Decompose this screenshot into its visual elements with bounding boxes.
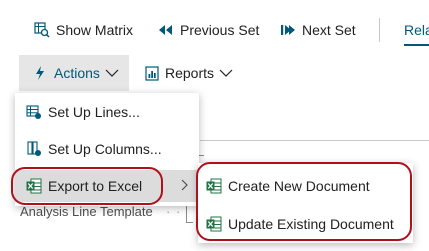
- label-leader-dots: · ·: [166, 204, 182, 219]
- reports-button[interactable]: Reports: [145, 58, 233, 88]
- previous-set-button[interactable]: Previous Set: [158, 16, 259, 44]
- related-tab-label: Rela: [404, 22, 429, 38]
- submenu-highlight-outline: [196, 162, 412, 241]
- chevron-right-icon: [181, 179, 188, 191]
- set-up-lines-label: Set Up Lines...: [48, 104, 140, 120]
- next-set-label: Next Set: [302, 22, 356, 38]
- menu-item-set-up-lines[interactable]: Set Up Lines...: [26, 97, 140, 127]
- previous-set-label: Previous Set: [180, 22, 260, 38]
- show-matrix-button[interactable]: Show Matrix: [34, 16, 133, 44]
- chevron-down-icon: [105, 69, 119, 77]
- chevron-down-icon: [219, 69, 233, 77]
- columns-setup-icon: [27, 141, 41, 156]
- menu-item-set-up-columns[interactable]: Set Up Columns...: [26, 134, 162, 164]
- report-icon: [145, 65, 159, 81]
- next-set-button[interactable]: Next Set: [280, 16, 356, 44]
- actions-label: Actions: [54, 65, 100, 81]
- section-divider: [200, 140, 429, 141]
- lines-setup-icon: [26, 105, 41, 119]
- reports-label: Reports: [165, 65, 215, 81]
- toolbar-divider: [379, 18, 380, 42]
- related-tab-underline: [404, 44, 429, 46]
- export-to-excel-highlight-outline: [11, 167, 163, 205]
- lightning-icon: [36, 66, 44, 80]
- actions-button[interactable]: Actions: [34, 58, 119, 88]
- analysis-line-template-label: Analysis Line Template: [20, 204, 153, 219]
- set-up-columns-label: Set Up Columns...: [48, 141, 162, 157]
- related-tab[interactable]: Rela: [404, 16, 429, 44]
- show-matrix-label: Show Matrix: [56, 22, 134, 38]
- analysis-line-template-field[interactable]: [186, 203, 193, 223]
- matrix-search-icon: [34, 22, 50, 38]
- previous-set-icon: [159, 25, 172, 35]
- next-set-icon: [281, 25, 295, 35]
